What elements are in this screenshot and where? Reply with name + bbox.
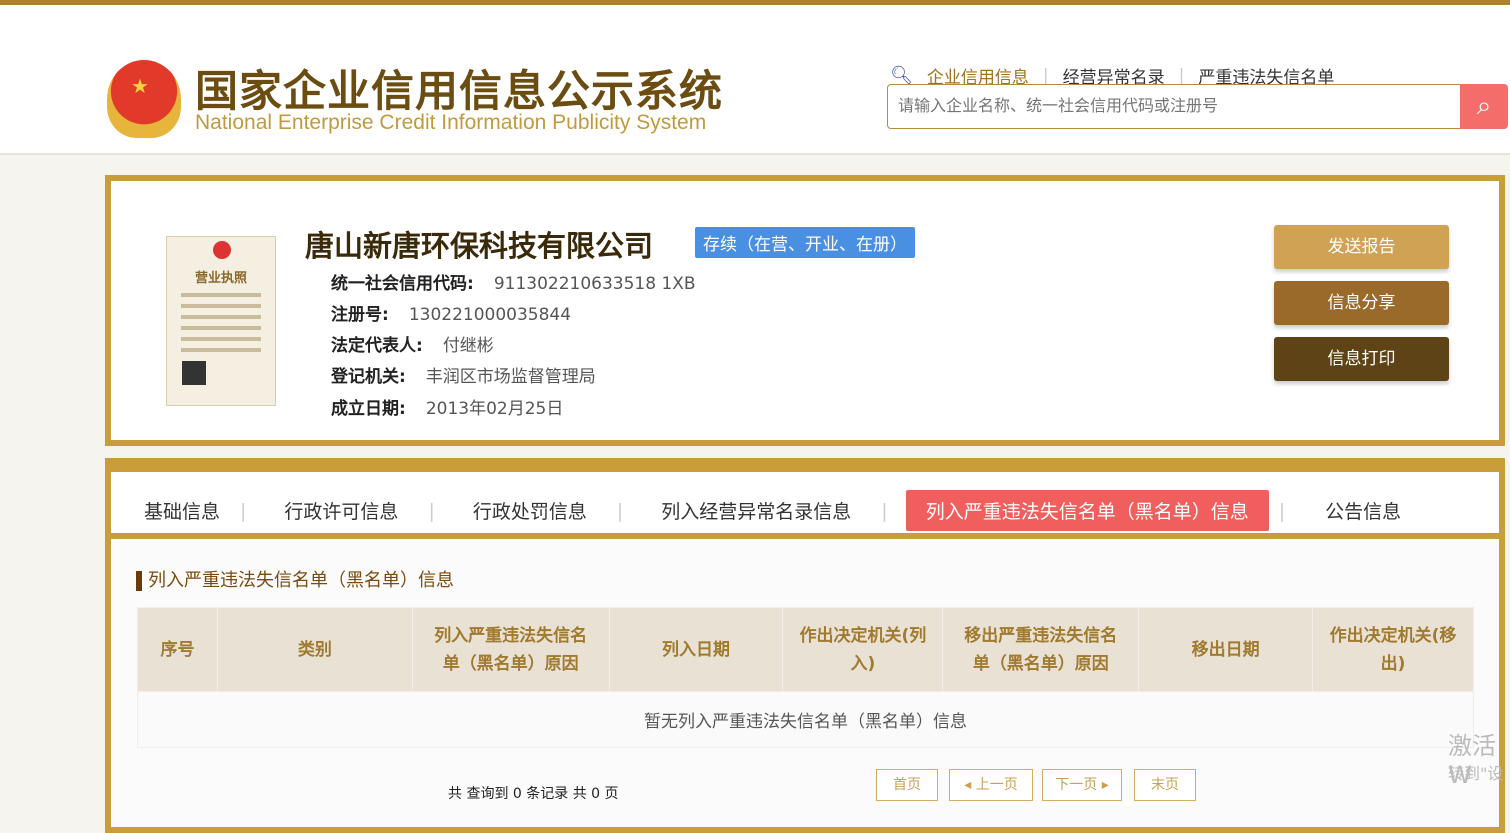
tab-bar: 基础信息 | 行政许可信息 | 行政处罚信息 | 列入经营异常名录信息 | 列入严重违法… [105,458,1505,538]
col-date-in: 列入日期 [608,607,784,692]
blacklist-table: 序号 类别 列入严重违法失信名单（黑名单）原因 列入日期 作出决定机关(列入) … [137,607,1474,748]
search-icon: 🔍︎ [890,65,913,86]
activation-watermark-sub: 转到"设 [1448,764,1504,783]
license-title: 营业执照 [194,271,247,286]
qr-code-icon [182,361,206,385]
table-row: 暂无列入严重违法失信名单（黑名单）信息 [137,691,1474,748]
col-reason-out: 移出严重违法失信名单（黑名单）原因 [942,607,1140,692]
tab-basic[interactable]: 基础信息 [111,497,240,524]
send-report-button[interactable]: 发送报告 [1274,225,1449,269]
prev-page-button[interactable]: ◂ 上一页 [949,769,1033,801]
business-license-image[interactable]: 营业执照 [166,236,276,406]
table-header: 序号 类别 列入严重违法失信名单（黑名单）原因 列入日期 作出决定机关(列入) … [137,607,1474,692]
col-type: 类别 [216,607,413,692]
site-header: ★ 国家企业信用信息公示系统 National Enterprise Credi… [0,5,1510,155]
field-reg-no: 注册号: 130221000035844 [331,305,572,325]
site-subtitle: National Enterprise Credit Information P… [195,111,707,134]
field-established: 成立日期: 2013年02月25日 [331,399,564,419]
tab-penalty[interactable]: 行政处罚信息 [435,497,617,524]
search-button[interactable]: ⌕ [1460,84,1508,129]
col-index: 序号 [137,607,218,692]
search-box: ⌕ [887,84,1508,129]
field-credit-code: 统一社会信用代码: 911302210633518 1XB [331,274,696,294]
tab-blacklist[interactable]: 列入严重违法失信名单（黑名单）信息 [905,490,1269,531]
col-date-out: 移出日期 [1138,607,1314,692]
share-button[interactable]: 信息分享 [1274,281,1449,325]
tab-abnormal[interactable]: 列入经营异常名录信息 [623,497,881,524]
col-authority-out: 作出决定机关(移出) [1312,607,1474,692]
divider: | [1178,65,1185,86]
tab-license[interactable]: 行政许可信息 [246,497,428,524]
record-count: 共 查询到 0 条记录 共 0 页 [448,786,619,802]
section-title: 列入严重违法失信名单（黑名单）信息 [136,571,454,591]
search-icon: ⌕ [1476,91,1492,121]
empty-message: 暂无列入严重违法失信名单（黑名单）信息 [137,691,1474,748]
search-input[interactable] [888,85,1448,126]
first-page-button[interactable]: 首页 [876,769,938,801]
divider: | [1042,65,1049,86]
company-name: 唐山新唐环保科技有限公司 [305,229,654,263]
col-authority-in: 作出决定机关(列入) [782,607,944,692]
blacklist-section: 列入严重违法失信名单（黑名单）信息 序号 类别 列入严重违法失信名单（黑名单）原… [105,533,1505,833]
status-badge: 存续（在营、开业、在册） [695,227,915,258]
site-title: 国家企业信用信息公示系统 [195,67,723,117]
field-legal-rep: 法定代表人: 付继彬 [331,336,494,356]
col-reason-in: 列入严重违法失信名单（黑名单）原因 [411,607,610,692]
print-button[interactable]: 信息打印 [1274,337,1449,381]
company-card: 营业执照 唐山新唐环保科技有限公司 存续（在营、开业、在册） 统一社会信用代码:… [105,175,1505,446]
last-page-button[interactable]: 末页 [1134,769,1196,801]
national-emblem-logo: ★ [107,60,181,138]
emblem-icon [213,241,231,259]
tab-announcement[interactable]: 公告信息 [1285,497,1421,524]
next-page-button[interactable]: 下一页 ▸ [1042,769,1122,801]
field-authority: 登记机关: 丰润区市场监督管理局 [331,367,596,387]
